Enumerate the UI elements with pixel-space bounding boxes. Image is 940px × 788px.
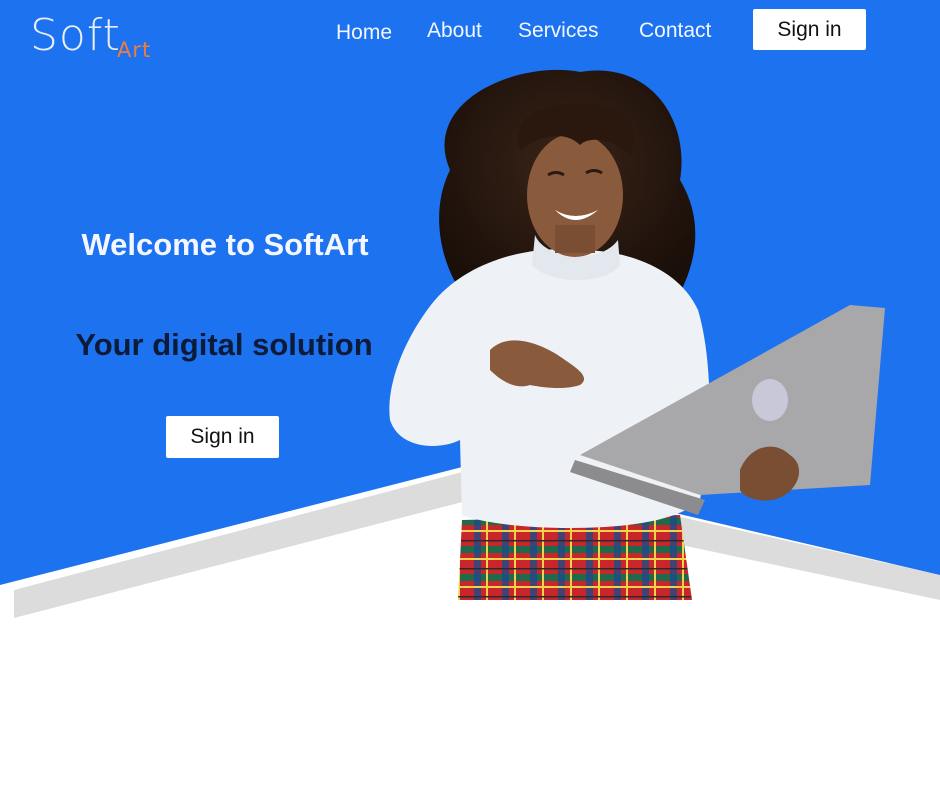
nav-link-about[interactable]: About [427, 19, 482, 43]
nav-link-home[interactable]: Home [336, 21, 392, 45]
hero-sign-in-button[interactable]: Sign in [166, 416, 279, 458]
hero-image-woman-with-laptop [389, 69, 885, 600]
nav-link-contact[interactable]: Contact [639, 19, 711, 43]
brand-logo[interactable]: Soft Art [30, 8, 170, 68]
header-sign-in-button[interactable]: Sign in [753, 9, 866, 50]
brand-name-main: Soft [30, 10, 121, 61]
brand-name-sub: Art [117, 38, 152, 62]
nav-link-services[interactable]: Services [518, 19, 599, 43]
